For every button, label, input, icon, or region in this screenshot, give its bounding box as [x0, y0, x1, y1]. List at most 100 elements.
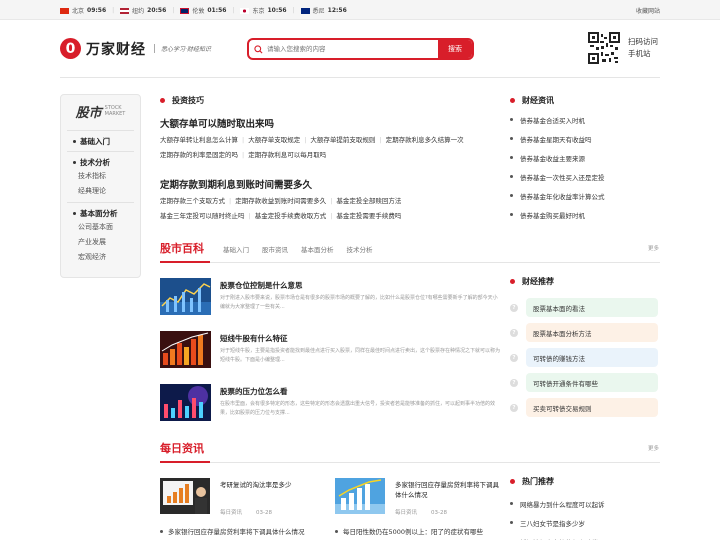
recommend-item[interactable]: 股票基本面分析方法 [526, 323, 658, 342]
stock-article[interactable]: 短线牛股有什么特征 对于短线牛股，主要是指投资者能找到最佳点进行买入股票，同样在… [160, 331, 500, 371]
daily-link[interactable]: 多家银行回应存量房贷利率将下调具体什么情况 [160, 526, 305, 536]
tips-headline-2[interactable]: 定期存款到期利息到账时间需要多久 [160, 177, 312, 191]
tips-link[interactable]: 基金定投手续费收取方式 [249, 209, 327, 224]
daily-title[interactable]: 考研复试的淘汰率是多少 [220, 480, 325, 490]
search-icon [249, 40, 267, 58]
daily-divider [160, 461, 660, 463]
news-item[interactable]: 债券基金年化收益率计算公式 [510, 186, 660, 205]
daily-title[interactable]: 多家银行回应存量房贷利率将下调具体什么情况 [395, 480, 500, 500]
tips-link[interactable]: 基金定投全部赎回方法 [330, 194, 401, 209]
tab-technical[interactable]: 技术分析 [347, 244, 373, 254]
daily-divider-accent [160, 461, 210, 463]
news-item[interactable]: 债券基金购买最好时机 [510, 205, 660, 224]
recommend-row: ? 股票基本面的看法 [510, 295, 660, 320]
daily-item[interactable]: 考研复试的淘汰率是多少 每日资讯 03-28 [160, 478, 325, 518]
tips-link[interactable]: 基金定投需要手续费吗 [330, 209, 401, 224]
recommend-section-title: 财经推荐 [510, 276, 554, 287]
site-logo[interactable]: 0 万家财经 悉心学习·财经知识 [60, 38, 211, 59]
nav-subitem-industry[interactable]: 产业发展 [78, 235, 140, 250]
usa-flag-icon [120, 7, 130, 14]
stock-more-link[interactable]: 更多 [648, 244, 659, 252]
tips-section-title: 投资技巧 [160, 95, 204, 106]
recommend-item[interactable]: 股票基本面的看法 [526, 298, 658, 317]
daily-thumbnail [160, 478, 210, 514]
daily-more-link[interactable]: 更多 [648, 444, 659, 452]
tab-basics[interactable]: 基础入门 [223, 244, 249, 254]
nav-item-fundamental[interactable]: 基本面分析 [73, 207, 140, 220]
clock-city: 东京 [252, 8, 265, 15]
clock-time: 20:56 [147, 7, 167, 14]
tips-link[interactable]: 大额存单转让利息怎么计算 [160, 133, 238, 148]
hot-item[interactable]: 婚姻法规定出轨的怎么赔偿 [510, 532, 660, 540]
nav-divider [67, 202, 134, 203]
article-thumbnail [160, 384, 211, 421]
hot-item[interactable]: 网络暴力到什么程度可以起诉 [510, 494, 660, 513]
daily-section-title[interactable]: 每日资讯 [160, 440, 204, 456]
article-title[interactable]: 股票的压力位怎么看 [220, 386, 288, 397]
site-header: 0 万家财经 悉心学习·财经知识 搜索 扫码访问 手机站 [60, 22, 660, 76]
favorite-link[interactable]: 收藏网站 [636, 6, 660, 15]
japan-flag-icon [240, 7, 250, 14]
stock-article[interactable]: 股票的压力位怎么看 在股市里面，会有很多特定的形态，这些特定的形态会透露出重大信… [160, 384, 500, 424]
daily-tag: 每日资讯 [220, 510, 243, 516]
daily-link[interactable]: 每日阳性数仍在5000例以上：阳了的症状有哪些 [335, 526, 483, 536]
clock-city: 纽约 [132, 8, 145, 15]
search-input[interactable] [267, 40, 438, 58]
article-desc: 在股市里面，会有很多特定的形态，这些特定的形态会透露出重大信号，投资者若是能够准… [220, 401, 496, 416]
tips-link[interactable]: 定期存款利息可以每月取吗 [242, 148, 326, 163]
tab-fundamental[interactable]: 基本面分析 [301, 244, 334, 254]
world-clocks: 北京 09:56 | 纽约 20:56 | 伦敦 01:56 | 东京 10:56 | … [60, 6, 353, 15]
question-icon: ? [510, 303, 518, 312]
news-list: 债券基金合适买入时机 债券基金星期天有收益吗 债券基金收益主要来源 债券基金一次… [510, 110, 660, 224]
recommend-item[interactable]: 可转债的赚钱方法 [526, 348, 658, 367]
tips-links-row: 大额存单转让利息怎么计算大额存单支取规定大额存单提前支取规则定期存款利息多久结算… [160, 133, 500, 148]
nav-subitem-macro[interactable]: 宏观经济 [78, 250, 140, 265]
hot-item[interactable]: 三八妇女节是指多少岁 [510, 513, 660, 532]
daily-item[interactable]: 多家银行回应存量房贷利率将下调具体什么情况 每日资讯 03-28 [335, 478, 500, 518]
question-icon: ? [510, 378, 518, 387]
nav-subitem-indicators[interactable]: 技术指标 [78, 169, 140, 184]
qr-text: 扫码访问 手机站 [628, 36, 658, 60]
news-item[interactable]: 债券基金一次性买入还是定投 [510, 167, 660, 186]
nav-subitem-theory[interactable]: 经典理论 [78, 184, 140, 199]
article-title[interactable]: 短线牛股有什么特征 [220, 333, 288, 344]
news-item[interactable]: 债券基金合适买入时机 [510, 110, 660, 129]
tips-link[interactable]: 定期存款三个支取方式 [160, 194, 225, 209]
nav-subitem-company[interactable]: 公司基本面 [78, 220, 140, 235]
tips-headline-1[interactable]: 大额存单可以随时取出来吗 [160, 116, 274, 130]
question-icon: ? [510, 403, 518, 412]
article-thumbnail [160, 331, 211, 368]
top-bar: 北京 09:56 | 纽约 20:56 | 伦敦 01:56 | 东京 10:56 | … [0, 0, 720, 20]
stock-article[interactable]: 股票仓位控制是什么意思 对于刚进入股市要来说，股票市场仓是有很多的股票市场的概要… [160, 278, 500, 318]
tips-link[interactable]: 定期存款收益到账时间需要多久 [229, 194, 326, 209]
nav-head-title: 股市 [75, 105, 102, 121]
recommend-row: ? 买卖可转债交易规则 [510, 395, 660, 420]
tips-links-row: 定期存款的利率是固定的吗定期存款利息可以每月取吗 [160, 148, 500, 163]
tips-link[interactable]: 基金三年定投可以随时终止吗 [160, 209, 245, 224]
nav-item-technical[interactable]: 技术分析 [73, 156, 140, 169]
left-category-nav: 股市 STOCK MARKET 基础入门 技术分析 技术指标 经典理论 基本面分析… [60, 94, 141, 278]
recommend-row: ? 可转债的赚钱方法 [510, 345, 660, 370]
tips-link[interactable]: 定期存款的利率是固定的吗 [160, 148, 238, 163]
news-item[interactable]: 债券基金星期天有收益吗 [510, 129, 660, 148]
stock-divider [160, 261, 660, 263]
article-title[interactable]: 股票仓位控制是什么意思 [220, 280, 303, 291]
tips-link[interactable]: 大额存单提前支取规则 [304, 133, 375, 148]
tips-link[interactable]: 定期存款利息多久结算一次 [379, 133, 464, 148]
nav-item-basics[interactable]: 基础入门 [73, 135, 140, 148]
article-thumbnail [160, 278, 211, 315]
stock-section-title[interactable]: 股市百科 [160, 240, 204, 256]
recommend-item[interactable]: 可转债开通条件有哪些 [526, 373, 658, 392]
article-desc: 对于刚进入股市要来说，股票市场仓是有很多的股票市场的概要了解的，比如什么是股票仓… [220, 295, 498, 310]
hot-section-title: 热门推荐 [510, 476, 554, 487]
news-item[interactable]: 债券基金收益主要来源 [510, 148, 660, 167]
daily-tag: 每日资讯 [395, 510, 418, 516]
nav-divider [67, 151, 134, 152]
tips-link[interactable]: 大额存单支取规定 [242, 133, 300, 148]
search-button[interactable]: 搜索 [438, 40, 472, 58]
recommend-item[interactable]: 买卖可转债交易规则 [526, 398, 658, 417]
recommend-row: ? 股票基本面分析方法 [510, 320, 660, 345]
qr-code-icon [588, 32, 620, 64]
tab-news[interactable]: 股市资讯 [262, 244, 288, 254]
clock-city: 伦敦 [192, 8, 205, 15]
